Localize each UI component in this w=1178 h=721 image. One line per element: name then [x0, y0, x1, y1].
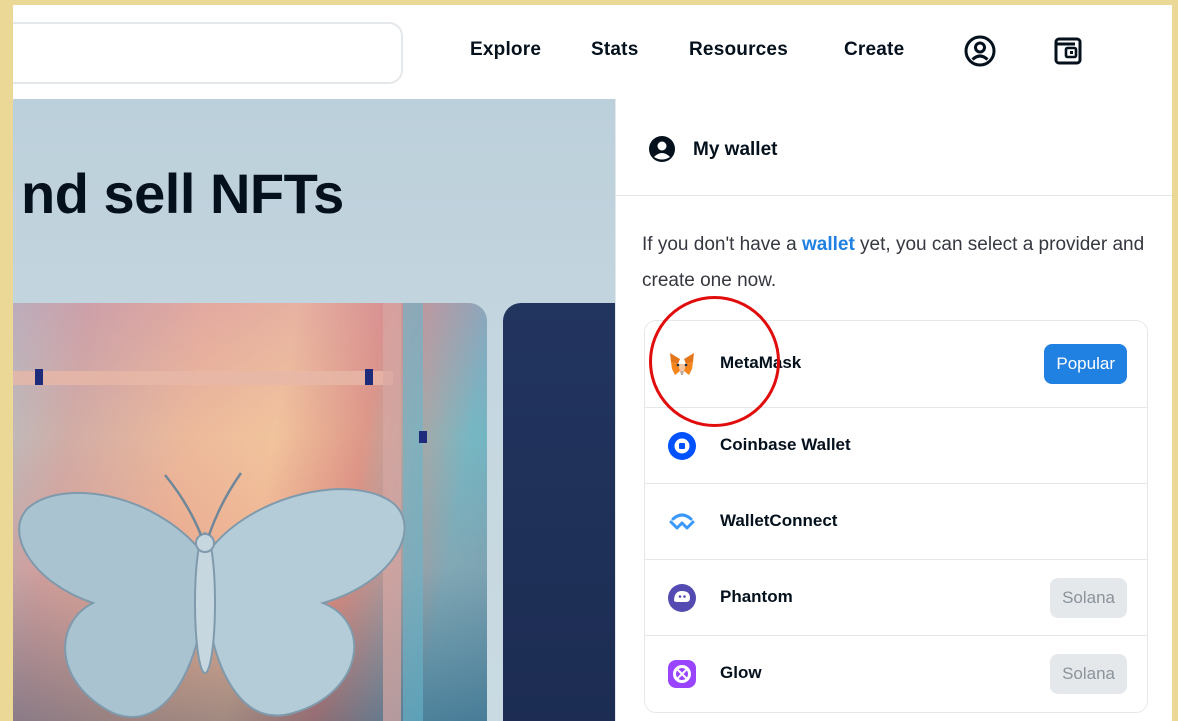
hero-title: nd sell NFTs [21, 162, 344, 225]
user-circle-icon [649, 136, 675, 162]
wallet-option-walletconnect[interactable]: WalletConnect [645, 484, 1147, 560]
glow-icon [668, 660, 696, 688]
account-icon[interactable] [963, 34, 997, 68]
wallet-panel-header: My wallet [616, 99, 1172, 196]
solana-badge: Solana [1050, 577, 1127, 618]
hero-banner: nd sell NFTs [13, 99, 615, 721]
nav-resources-link[interactable]: Resources [689, 39, 788, 61]
top-navigation-bar: Explore Stats Resources Create [13, 5, 1172, 99]
wallet-icon[interactable] [1051, 34, 1085, 68]
wallet-option-label: Glow [720, 663, 762, 682]
search-input[interactable] [13, 22, 403, 84]
wallet-option-phantom[interactable]: Phantom Solana [645, 560, 1147, 636]
walletconnect-icon [669, 513, 695, 529]
wallet-option-label: Coinbase Wallet [720, 434, 851, 454]
solana-badge: Solana [1050, 654, 1127, 694]
butterfly-artwork-image [13, 303, 427, 721]
phantom-icon [668, 583, 696, 612]
popular-badge: Popular [1044, 344, 1127, 384]
secondary-nft-card[interactable] [503, 303, 615, 721]
featured-nft-card[interactable] [13, 303, 487, 721]
nav-stats-link[interactable]: Stats [591, 39, 638, 61]
wallet-panel-description: If you don't have a wallet yet, you can … [642, 234, 1145, 291]
wallet-option-label: WalletConnect [720, 510, 838, 530]
wallet-option-label: Phantom [720, 586, 793, 606]
wallet-panel-title: My wallet [693, 139, 778, 160]
browser-viewport: Explore Stats Resources Create nd sell N… [13, 5, 1172, 721]
red-annotation-circle [649, 296, 780, 427]
wallet-help-link[interactable]: wallet [802, 234, 855, 255]
nav-create-link[interactable]: Create [844, 39, 904, 61]
coinbase-icon [668, 431, 696, 460]
wallet-option-glow[interactable]: Glow Solana [645, 636, 1147, 712]
nav-explore-link[interactable]: Explore [470, 39, 541, 61]
